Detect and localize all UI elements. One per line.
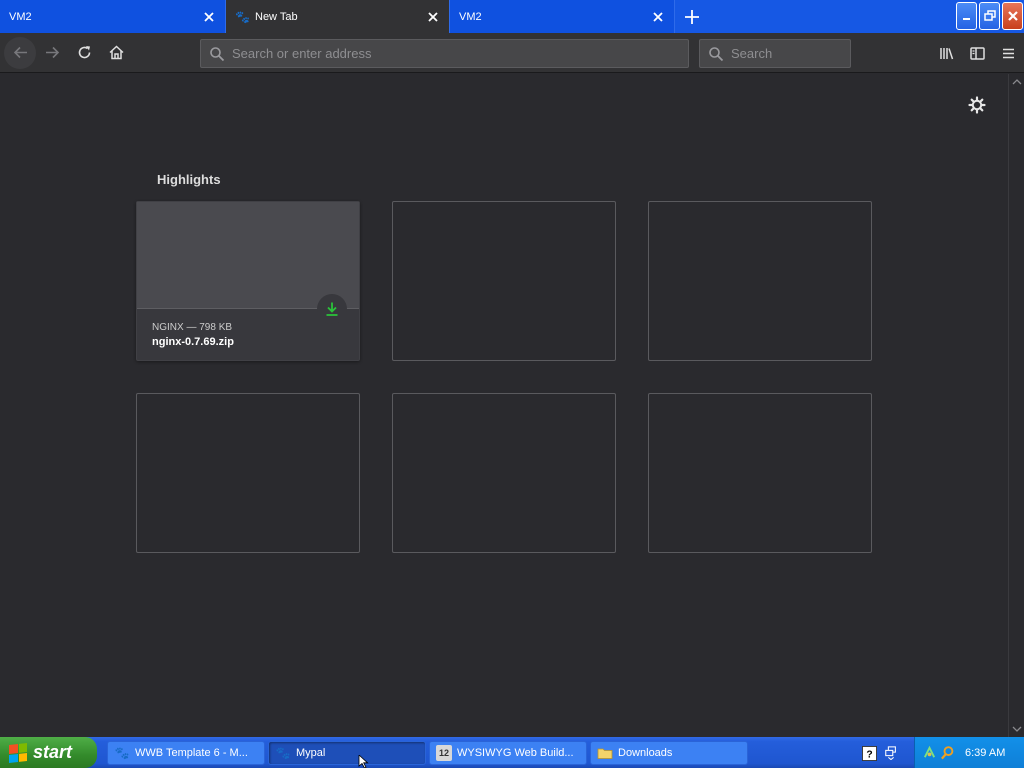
highlight-card-download[interactable]: NGINX — 798 KB nginx-0.7.69.zip	[136, 201, 360, 361]
app-icon: 🐾	[114, 745, 130, 760]
close-tab-icon[interactable]	[201, 9, 217, 25]
forward-arrow-icon	[45, 46, 59, 59]
network-icon[interactable]	[921, 745, 937, 761]
vertical-scrollbar[interactable]	[1008, 74, 1024, 737]
taskbar-button-wysiwyg[interactable]: 12 WYSIWYG Web Build...	[429, 740, 587, 765]
folder-icon	[597, 745, 613, 761]
close-tab-icon[interactable]	[425, 9, 441, 25]
back-button[interactable]	[4, 36, 36, 69]
start-button[interactable]: start	[0, 737, 97, 768]
svg-text:?: ?	[866, 749, 872, 760]
navigation-toolbar	[0, 33, 1024, 73]
hamburger-icon	[1003, 48, 1014, 58]
home-button[interactable]	[100, 37, 132, 69]
mouse-cursor-icon	[358, 755, 369, 768]
url-input[interactable]	[232, 46, 652, 61]
page-settings-button[interactable]	[967, 95, 987, 115]
tab-label: VM2	[9, 10, 32, 23]
minimize-button[interactable]	[956, 2, 977, 30]
taskbar-button-label: Downloads	[618, 746, 673, 759]
mypal-icon: 🐾	[235, 9, 250, 24]
card-meta: NGINX — 798 KB	[152, 322, 233, 333]
menu-button[interactable]	[993, 37, 1024, 69]
highlight-card-empty	[136, 393, 360, 553]
section-title-highlights: Highlights	[157, 172, 221, 187]
tab-new-tab[interactable]: 🐾 New Tab	[226, 0, 450, 33]
new-tab-page: Highlights NGINX — 798 KB nginx-0.7.69.z…	[0, 74, 1008, 737]
close-window-button[interactable]	[1002, 2, 1023, 30]
reload-button[interactable]	[68, 37, 100, 69]
taskbar-button-label: WWB Template 6 - M...	[135, 746, 248, 759]
search-bar[interactable]	[699, 39, 851, 68]
search-icon	[210, 46, 225, 61]
help-icon[interactable]: ?	[861, 745, 877, 761]
card-title: nginx-0.7.69.zip	[152, 336, 234, 348]
window-controls	[956, 2, 1023, 30]
search-icon	[709, 46, 724, 61]
search-icon[interactable]	[939, 745, 955, 761]
start-label: start	[33, 742, 73, 762]
search-input[interactable]	[731, 46, 841, 61]
gear-icon	[968, 96, 986, 114]
close-icon	[1007, 11, 1018, 21]
wysiwyg-icon: 12	[436, 744, 452, 761]
tab-strip: VM2 🐾 New Tab VM2	[0, 0, 1024, 33]
download-badge	[317, 294, 347, 324]
taskbar-buttons: 🐾 WWB Template 6 - M... 🐾 Mypal 12 WYSIW…	[107, 740, 748, 765]
highlight-card-empty	[648, 201, 872, 361]
library-icon	[940, 47, 954, 59]
highlight-card-empty	[392, 393, 616, 553]
taskbar-button-wwb-template[interactable]: 🐾 WWB Template 6 - M...	[107, 740, 265, 765]
taskbar-button-mypal[interactable]: 🐾 Mypal	[268, 740, 426, 765]
sidebar-button[interactable]	[962, 37, 993, 69]
tab-label: New Tab	[255, 10, 298, 23]
scroll-down-arrow-icon[interactable]	[1012, 724, 1022, 734]
tab-vm2-2[interactable]: VM2	[450, 0, 675, 33]
highlight-card-empty	[392, 201, 616, 361]
card-preview	[137, 202, 359, 309]
restore-icon	[983, 10, 996, 21]
forward-button[interactable]	[36, 37, 68, 69]
restore-windows-icon[interactable]	[883, 745, 899, 761]
tab-vm2-1[interactable]: VM2	[0, 0, 226, 33]
reload-icon	[78, 46, 90, 59]
toolbar-right	[931, 37, 1024, 69]
close-tab-icon[interactable]	[650, 9, 666, 25]
minimize-icon	[962, 18, 970, 20]
url-bar[interactable]	[200, 39, 689, 68]
library-button[interactable]	[931, 37, 962, 69]
tab-label: VM2	[459, 10, 482, 23]
clock[interactable]: 6:39 AM	[965, 747, 1005, 759]
back-arrow-icon	[13, 46, 27, 59]
taskbar-button-downloads[interactable]: Downloads	[590, 740, 748, 765]
taskbar-button-label: WYSIWYG Web Build...	[457, 746, 574, 759]
taskbar-button-label: Mypal	[296, 746, 326, 759]
system-tray: 6:39 AM	[914, 737, 1024, 768]
sidebar-icon	[970, 46, 985, 60]
tray-extras: ?	[861, 745, 899, 761]
home-icon	[108, 45, 124, 60]
mypal-icon: 🐾	[275, 745, 291, 760]
taskbar: start 🐾 WWB Template 6 - M... 🐾 Mypal 12…	[0, 737, 1024, 768]
new-tab-button[interactable]	[677, 0, 707, 33]
restore-button[interactable]	[979, 2, 1000, 30]
download-icon	[326, 302, 338, 316]
scroll-up-arrow-icon[interactable]	[1012, 77, 1022, 87]
windows-logo-icon	[9, 742, 27, 763]
highlight-card-empty	[648, 393, 872, 553]
plus-icon	[685, 9, 699, 24]
